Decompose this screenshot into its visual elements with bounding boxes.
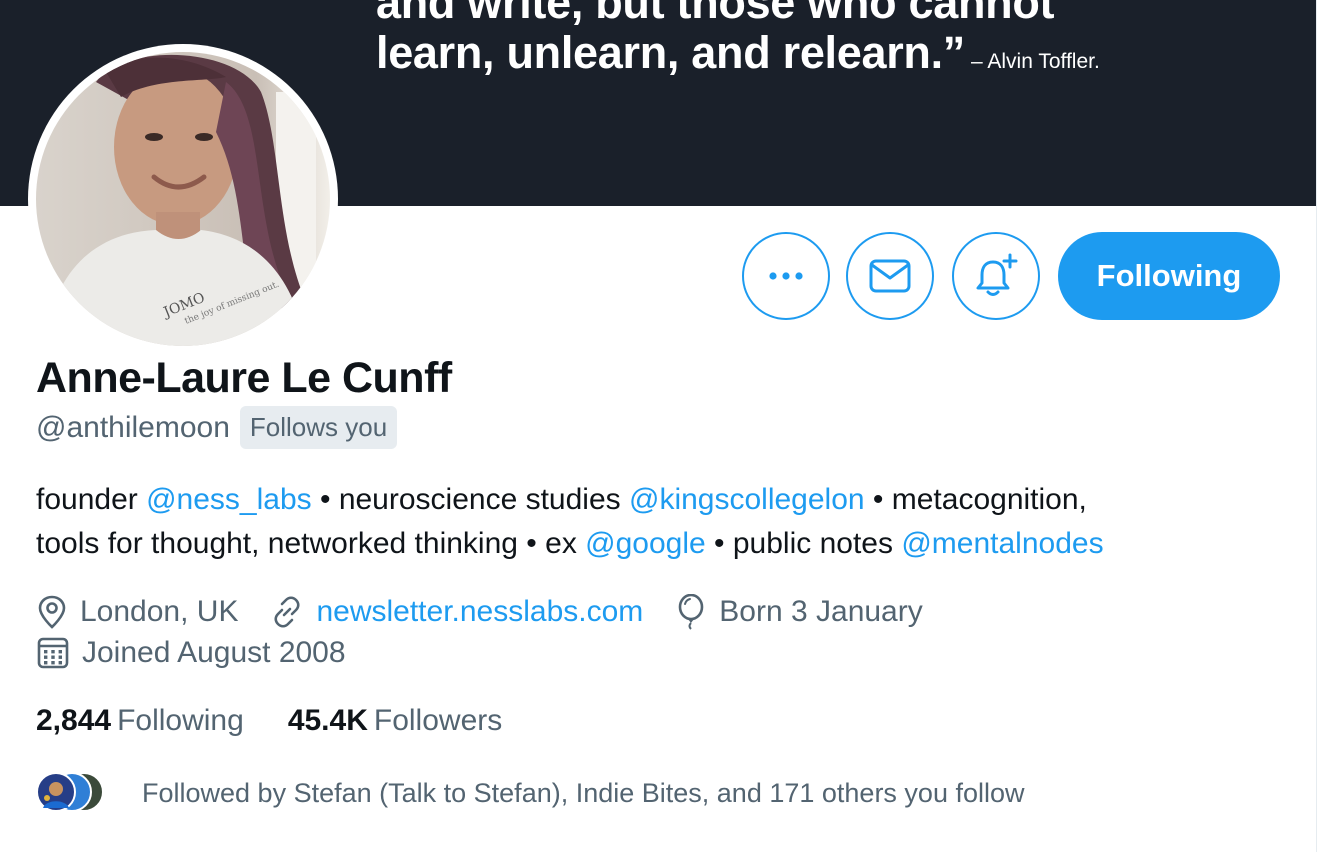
joined-item: Joined August 2008	[36, 636, 346, 670]
bell-plus-icon	[976, 253, 1018, 296]
followers-count: 45.4K	[287, 704, 368, 737]
birthday-item: Born 3 January	[675, 594, 923, 630]
followers-label: Followers	[373, 704, 503, 737]
bio-text: • public notes	[705, 527, 902, 560]
banner-quote: and write, but those who cannot learn, u…	[376, 0, 1100, 87]
profile-stats: 2,844 Following 45.4K Followers	[36, 704, 546, 738]
followed-by-avatars	[36, 772, 116, 814]
bio-mention-link[interactable]: @mentalnodes	[901, 527, 1103, 560]
bio-line-2: tools for thought, networked thinking • …	[36, 522, 1104, 566]
bio-line-1: founder @ness_labs • neuroscience studie…	[36, 478, 1104, 522]
avatar-photo: JOMO the joy of missing out.	[36, 52, 330, 346]
notifications-button[interactable]	[952, 232, 1040, 320]
location-item: London, UK	[36, 595, 238, 629]
followed-by-text: Followed by Stefan (Talk to Stefan), Ind…	[142, 777, 1025, 808]
follower-avatar-1	[36, 772, 76, 812]
birthday-text: Born 3 January	[719, 595, 923, 628]
profile-meta-row-2: Joined August 2008	[36, 636, 378, 670]
link-icon	[274, 596, 300, 628]
followers-stat[interactable]: 45.4K Followers	[288, 704, 502, 738]
balloon-icon	[678, 594, 704, 630]
envelope-icon	[869, 259, 911, 293]
profile-bio: founder @ness_labs • neuroscience studie…	[36, 478, 1104, 566]
follows-you-badge: Follows you	[239, 406, 398, 449]
banner-quote-line2: learn, unlearn, and relearn.”	[376, 27, 966, 78]
followed-by[interactable]: Followed by Stefan (Talk to Stefan), Ind…	[36, 772, 1025, 814]
profile-meta-row-1: London, UK newsletter.nesslabs.com Born …	[36, 594, 955, 630]
banner-quote-line1: and write, but those who cannot	[376, 0, 1055, 28]
joined-text: Joined August 2008	[82, 636, 346, 669]
website-item[interactable]: newsletter.nesslabs.com	[270, 595, 643, 629]
following-count: 2,844	[36, 704, 112, 737]
following-stat[interactable]: 2,844 Following	[36, 704, 244, 738]
location-pin-icon	[38, 595, 66, 629]
bio-text: founder	[36, 483, 147, 516]
page-edge	[1316, 0, 1338, 852]
banner-quote-author: – Alvin Toffler.	[971, 50, 1100, 73]
bio-text: tools for thought, networked thinking • …	[36, 527, 586, 560]
follower-avatar-1-image	[43, 782, 69, 808]
bio-mention-link[interactable]: @kingscollegelon	[629, 483, 865, 516]
following-label: Following	[117, 704, 244, 737]
bio-mention-link[interactable]: @google	[585, 527, 706, 560]
message-button[interactable]	[846, 232, 934, 320]
profile-name: Anne-Laure Le Cunff	[36, 354, 452, 402]
avatar-illustration: JOMO the joy of missing out.	[36, 52, 330, 346]
profile-handle: @anthilemoon	[36, 410, 230, 444]
following-button[interactable]: Following	[1058, 232, 1280, 320]
more-button[interactable]	[742, 232, 830, 320]
bio-text: • metacognition,	[864, 483, 1087, 516]
bio-text: • neuroscience studies	[311, 483, 629, 516]
location-text: London, UK	[80, 595, 239, 628]
more-horizontal-icon	[769, 272, 803, 280]
website-link[interactable]: newsletter.nesslabs.com	[316, 595, 643, 629]
handle-row: @anthilemoon Follows you	[36, 406, 398, 449]
bio-mention-link[interactable]: @ness_labs	[146, 483, 312, 516]
profile-avatar[interactable]: JOMO the joy of missing out.	[28, 44, 338, 354]
calendar-icon	[37, 637, 69, 669]
